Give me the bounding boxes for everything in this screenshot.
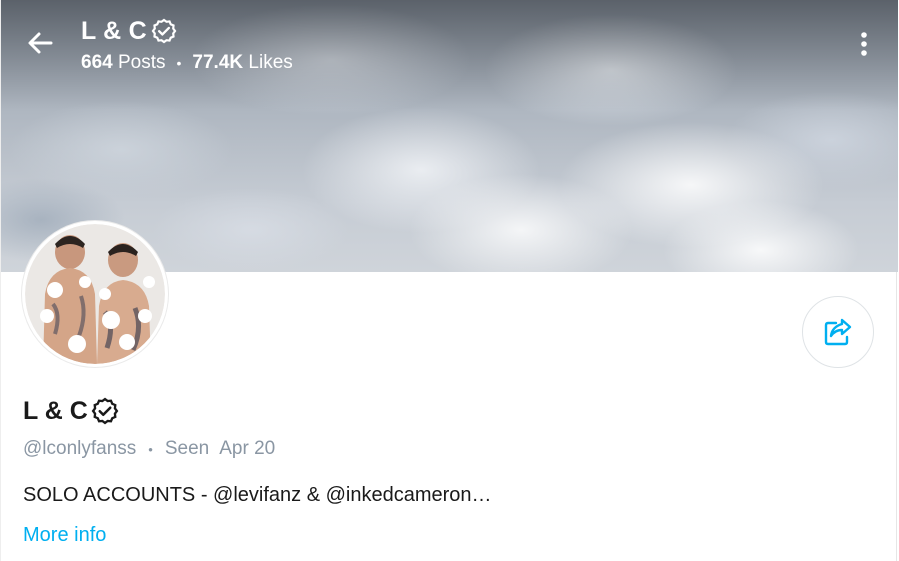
meta-separator: • xyxy=(148,441,153,457)
stats-separator: • xyxy=(176,55,182,71)
likes-count: 77.4K xyxy=(192,52,244,73)
bio-text: SOLO ACCOUNTS - @levifanz & @inkedcamero… xyxy=(23,484,492,506)
share-icon xyxy=(824,318,852,346)
header-title: L & C xyxy=(81,14,177,48)
posts-count: 664 xyxy=(81,52,113,73)
verified-badge-icon xyxy=(151,18,177,44)
likes-label: Likes xyxy=(248,52,293,73)
username: @lconlyfanss xyxy=(23,438,137,459)
posts-label: Posts xyxy=(117,52,166,73)
more-vertical-icon xyxy=(861,32,867,56)
avatar-photo xyxy=(25,224,165,364)
share-button[interactable] xyxy=(802,296,874,368)
header-stats: 664 Posts • 77.4K Likes xyxy=(81,52,293,74)
profile-meta: @lconlyfanss • Seen Apr 20 xyxy=(23,436,275,462)
profile-name: L & C xyxy=(23,394,119,428)
profile-name-text: L & C xyxy=(23,396,88,425)
seen-date: Apr 20 xyxy=(219,438,276,459)
seen-label: Seen xyxy=(164,438,210,459)
verified-badge-icon xyxy=(91,397,119,425)
back-button[interactable] xyxy=(25,28,55,58)
header-name-text: L & C xyxy=(81,16,147,45)
more-info-link[interactable]: More info xyxy=(23,524,106,547)
avatar[interactable] xyxy=(22,221,168,367)
profile-page: L & C 664 Posts • 77.4K Likes L & C @lco… xyxy=(0,0,898,561)
back-arrow-icon xyxy=(28,32,53,54)
more-options-button[interactable] xyxy=(853,26,875,62)
